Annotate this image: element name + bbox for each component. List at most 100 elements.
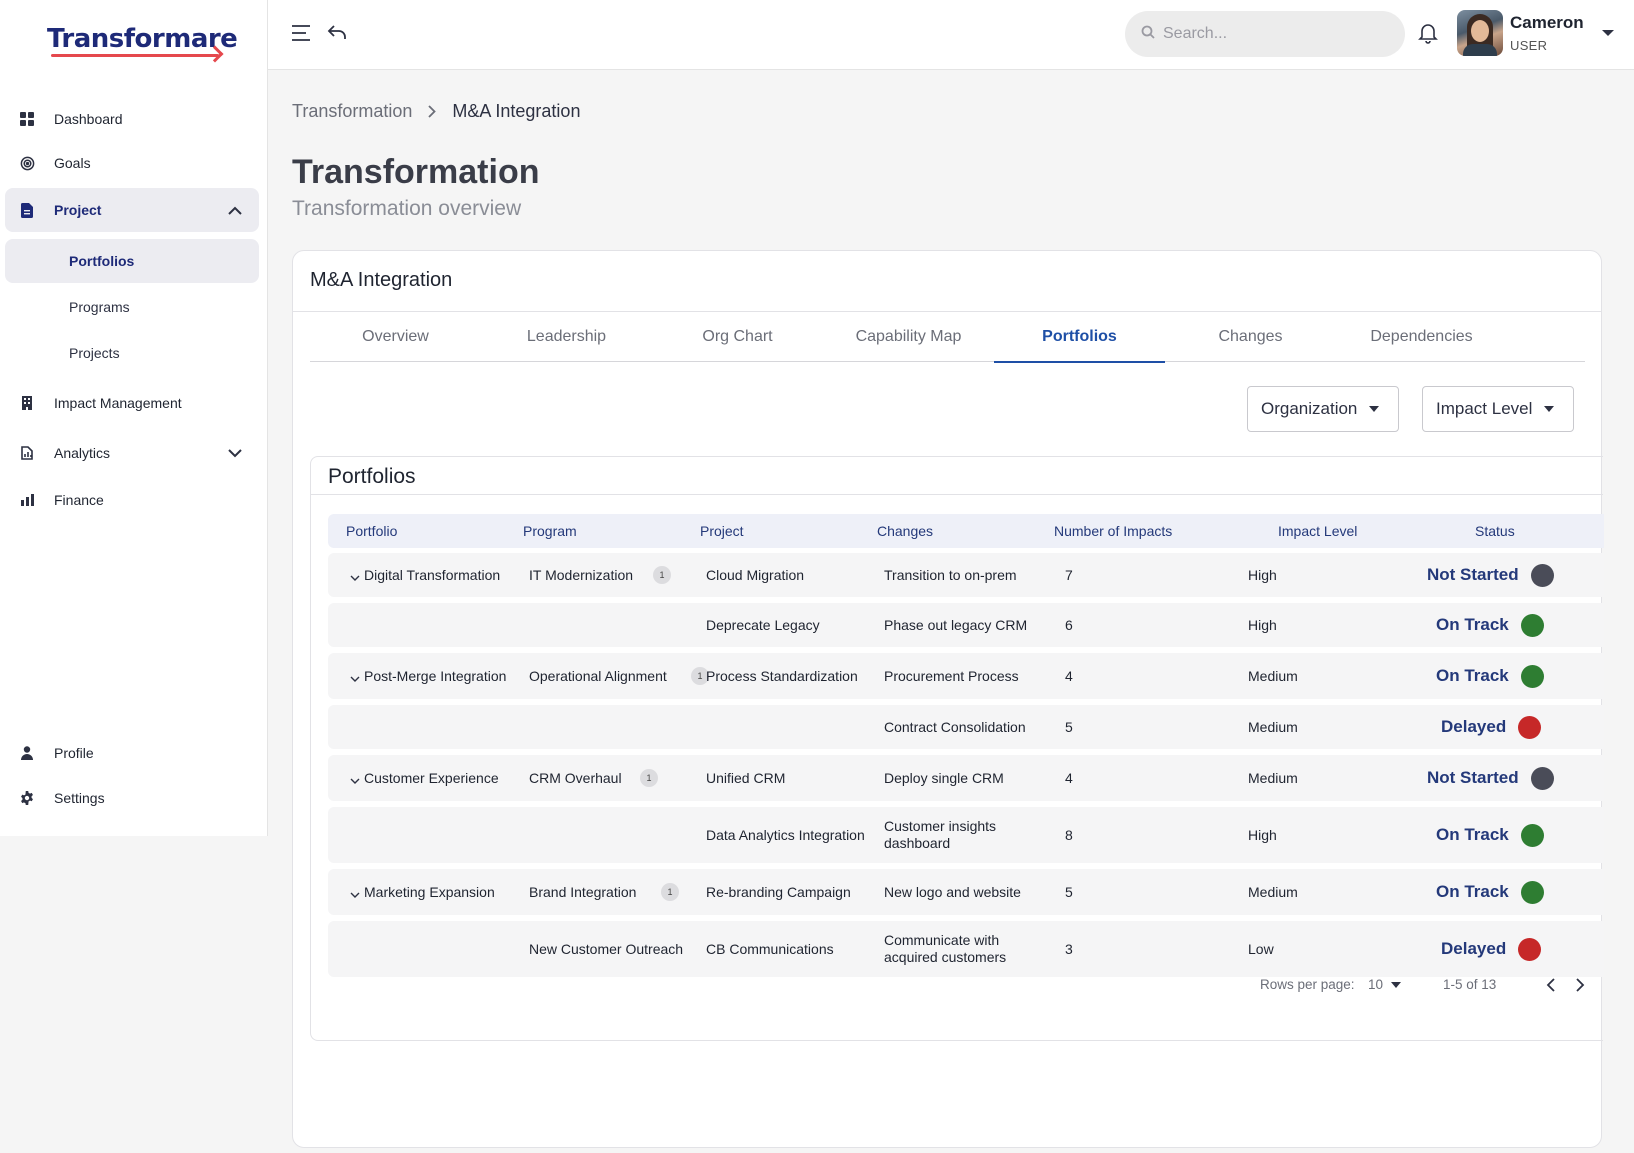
sidebar-item-label: Analytics [54, 445, 111, 461]
status-label: On Track [1436, 615, 1509, 634]
bell-icon[interactable] [1418, 22, 1440, 46]
table-row[interactable]: Digital Transformation IT Modernization 1 C… [328, 553, 1604, 597]
tab-changes[interactable]: Changes [1165, 312, 1336, 362]
chevron-down-icon[interactable] [350, 570, 360, 581]
table-row[interactable]: Customer Experience CRM Overhaul 1 Unified … [328, 755, 1604, 801]
project-cell: Unified CRM [706, 769, 786, 786]
change-cell: Phase out legacy CRM [884, 616, 1028, 633]
sidebar-item-label: Project [54, 202, 102, 218]
breadcrumb: Transformation M&A Integration [292, 101, 580, 122]
status-label: On Track [1436, 825, 1509, 844]
impacts-cell: 4 [1065, 769, 1073, 786]
undo-icon[interactable] [326, 22, 348, 44]
table-row[interactable]: New Customer Outreach CB Communications Co… [328, 921, 1604, 977]
column-header-impacts[interactable]: Number of Impacts [1054, 523, 1172, 539]
portfolio-cell: Post-Merge Integration [364, 667, 507, 684]
sidebar-item-analytics[interactable]: Analytics [5, 431, 259, 475]
sidebar-item-profile[interactable]: Profile [5, 731, 259, 775]
avatar-face [1471, 20, 1489, 42]
sidebar-item-finance[interactable]: Finance [5, 478, 259, 522]
column-header-impact-level[interactable]: Impact Level [1278, 523, 1357, 539]
impact-level-cell: Medium [1248, 883, 1298, 900]
portfolio-cell: Marketing Expansion [364, 883, 495, 900]
sidebar-subitem-label: Portfolios [69, 253, 135, 269]
table-row[interactable]: Deprecate Legacy Phase out legacy CRM 6 Hig… [328, 603, 1604, 647]
sidebar-subitem-projects[interactable]: Projects [5, 331, 259, 375]
previous-page-icon[interactable] [1543, 976, 1561, 994]
column-header-program[interactable]: Program [523, 523, 577, 539]
status-label: Delayed [1441, 717, 1507, 736]
search-bar[interactable] [1125, 11, 1405, 57]
integration-card: M&A Integration Overview Leadership Org … [292, 250, 1604, 1148]
impact-level-cell: Medium [1248, 769, 1298, 786]
organization-filter[interactable]: Organization [1247, 386, 1399, 432]
status-dot [1531, 563, 1554, 587]
rows-per-page-label: Rows per page: [1260, 977, 1355, 992]
analytics-icon [18, 444, 36, 462]
chevron-up-icon[interactable] [225, 200, 245, 220]
card-title: M&A Integration [310, 269, 453, 291]
table-row[interactable]: Post-Merge Integration Operational Alignm… [328, 653, 1604, 699]
project-cell: Data Analytics Integration [706, 826, 865, 843]
sidebar-item-label: Impact Management [54, 395, 182, 411]
tab-capability-map[interactable]: Capability Map [823, 312, 994, 362]
impact-level-cell: Medium [1248, 718, 1298, 735]
sidebar-item-goals[interactable]: Goals [5, 141, 259, 185]
brand-logo[interactable]: Transformare [47, 24, 238, 63]
impacts-cell: 5 [1065, 718, 1073, 735]
column-header-status[interactable]: Status [1475, 523, 1515, 539]
column-header-project[interactable]: Project [700, 523, 744, 539]
chevron-down-icon[interactable] [225, 443, 245, 463]
chevron-down-icon[interactable] [350, 773, 360, 784]
tab-dependencies[interactable]: Dependencies [1336, 312, 1507, 362]
impacts-cell: 4 [1065, 667, 1073, 684]
rows-per-page-select[interactable]: 10 [1368, 977, 1402, 992]
sidebar-item-project[interactable]: Project [5, 188, 259, 232]
avatar-body [1463, 44, 1497, 56]
table-row[interactable]: Contract Consolidation 5 Medium Delayed [328, 705, 1604, 749]
sidebar-item-label: Finance [54, 492, 104, 508]
breadcrumb-item-current: M&A Integration [452, 101, 581, 121]
chevron-down-icon[interactable] [350, 887, 360, 898]
table-row[interactable]: Data Analytics Integration Customer insig… [328, 807, 1604, 863]
sidebar-item-settings[interactable]: Settings [5, 776, 259, 820]
user-name[interactable]: Cameron [1510, 13, 1584, 33]
user-menu-caret-icon[interactable] [1602, 30, 1614, 36]
sidebar-subitem-programs[interactable]: Programs [5, 285, 259, 329]
table-row[interactable]: Marketing Expansion Brand Integration 1 Re-… [328, 869, 1604, 915]
impacts-cell: 8 [1065, 826, 1073, 843]
menu-icon[interactable] [290, 22, 312, 44]
status-label: On Track [1436, 882, 1509, 901]
user-role: USER [1510, 38, 1548, 53]
caret-down-icon [1391, 981, 1402, 988]
count-badge: 1 [653, 566, 671, 584]
avatar[interactable] [1457, 10, 1503, 56]
status-label: Delayed [1441, 939, 1507, 958]
status-dot [1521, 823, 1544, 847]
sidebar-subitem-portfolios[interactable]: Portfolios [5, 239, 259, 283]
chevron-down-icon[interactable] [350, 671, 360, 682]
portfolio-cell: Digital Transformation [364, 566, 501, 583]
impacts-cell: 5 [1065, 883, 1073, 900]
sidebar-item-dashboard[interactable]: Dashboard [5, 97, 259, 141]
tab-leadership[interactable]: Leadership [481, 312, 652, 362]
column-header-portfolio[interactable]: Portfolio [346, 523, 397, 539]
tab-overview[interactable]: Overview [310, 312, 481, 362]
table-title: Portfolios [328, 465, 416, 488]
divider [311, 494, 1603, 495]
sidebar-item-impact-management[interactable]: Impact Management [5, 381, 259, 425]
caret-down-icon [1369, 406, 1380, 412]
tab-org-chart[interactable]: Org Chart [652, 312, 823, 362]
breadcrumb-item-transformation[interactable]: Transformation [292, 101, 412, 122]
change-cell: Contract Consolidation [884, 718, 1026, 735]
sidebar-item-label: Profile [54, 745, 94, 761]
tab-portfolios[interactable]: Portfolios [994, 312, 1165, 363]
search-input[interactable] [1163, 25, 1383, 43]
column-header-changes[interactable]: Changes [877, 523, 933, 539]
status-dot [1521, 613, 1544, 637]
portfolios-table-panel: Portfolios Portfolio Program Project Cha… [310, 456, 1604, 1041]
next-page-icon[interactable] [1570, 976, 1588, 994]
impacts-cell: 3 [1065, 940, 1073, 957]
sidebar-subitem-label: Projects [69, 345, 120, 361]
impact-level-filter[interactable]: Impact Level [1422, 386, 1574, 432]
